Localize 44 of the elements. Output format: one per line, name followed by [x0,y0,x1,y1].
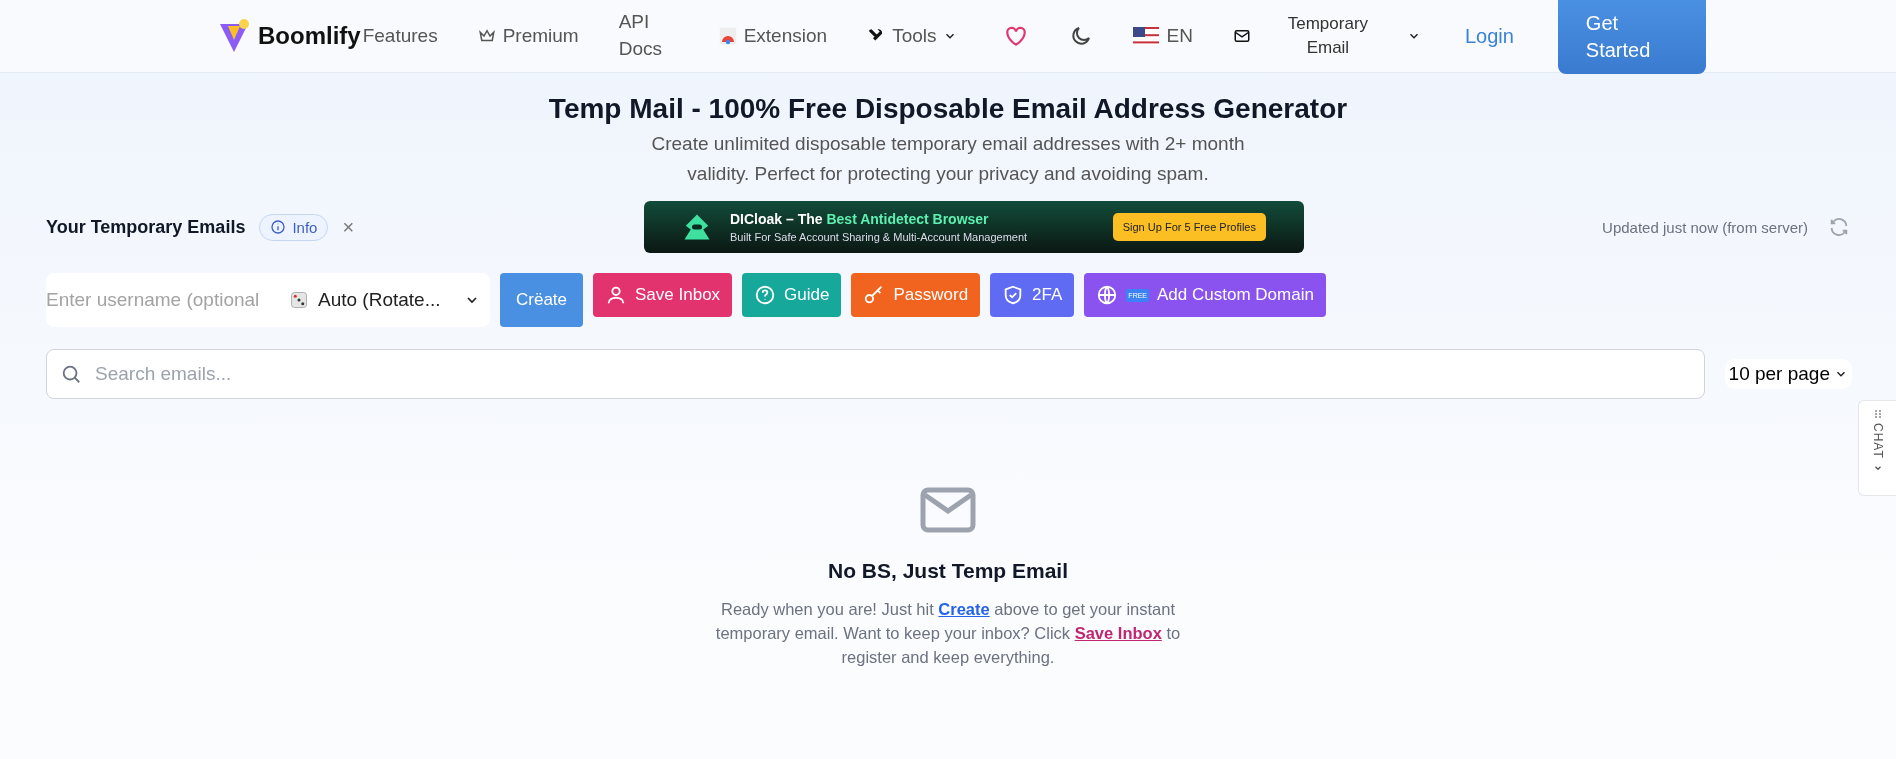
domain-select[interactable]: Auto (Rotate... [276,289,490,311]
mail-icon [1232,27,1251,45]
search-icon [60,363,82,385]
nav-link[interactable]: Temporary Email [1232,12,1421,60]
search-field[interactable]: Search emails... [46,349,1705,399]
logo-text[interactable]: Boomlify [258,22,361,50]
nav-link[interactable]: Premium [477,22,579,50]
page-title: Temp Mail - 100% Free Disposable Email Address Generator [548,93,1348,125]
refresh-icon[interactable] [1828,216,1850,238]
save-inbox-link[interactable]: Save Inbox [1074,624,1162,642]
login-link[interactable]: Login [1464,24,1514,48]
ad-signup-button[interactable]: Sign Up For 5 Free Profiles [1112,213,1266,241]
help-icon [754,284,777,306]
nav-link[interactable]: Features [362,22,438,50]
globe-icon [1096,284,1119,306]
logo-icon [218,18,252,54]
grip-icon [1873,409,1882,419]
username-field[interactable]: Enter username (optional [46,289,276,311]
close-button[interactable]: × [342,215,355,239]
ad-title: DICloak – The Best Antidetect Browser [730,211,990,227]
nav-link[interactable]: Tools [867,22,958,50]
envelope-icon [920,487,976,533]
ad-banner[interactable]: DICloak – The Best Antidetect Browser Built For Safe Account Sharing & Multi-Account Management Sign Up For 5 Free Profiles [644,201,1304,253]
action-button[interactable]: 2FA [990,273,1075,317]
ad-subtitle: Built For Safe Account Sharing & Multi-Account Management [730,231,1029,243]
nav-link[interactable]: EN [1133,22,1193,50]
info-button[interactable]: Info [259,213,329,241]
action-button[interactable]: Save Inbox [593,273,733,317]
extension-icon [718,27,737,45]
update-status: Updated just now (from server) [1602,218,1808,236]
chat-tab[interactable]: CHAT [1858,400,1896,496]
get-started-button[interactable]: Get Started [1557,0,1706,74]
section-heading: Your Temporary Emails [46,216,246,238]
flag-icon [1133,27,1160,45]
empty-state-heading: No BS, Just Temp Email [828,559,1068,583]
create-link[interactable]: Create [938,600,990,618]
hooded-figure-icon [682,212,712,242]
per-page-select[interactable]: 10 per page [1724,359,1852,389]
empty-state-text: Ready when you are! Just hit Create above to get your instant temporary email. Want to keep your inbox? Click Save Inbox to register and keep everything. [714,599,1182,668]
dice-icon [290,291,308,309]
nav-link[interactable]: API Docs [618,9,679,63]
info-icon [270,219,287,235]
nav-link[interactable]: Extension [718,22,828,50]
page-subtitle: Create unlimited disposable temporary email addresses with 2+ month validity. Perfect for protecting your privacy and avoiding spam. [650,132,1246,186]
